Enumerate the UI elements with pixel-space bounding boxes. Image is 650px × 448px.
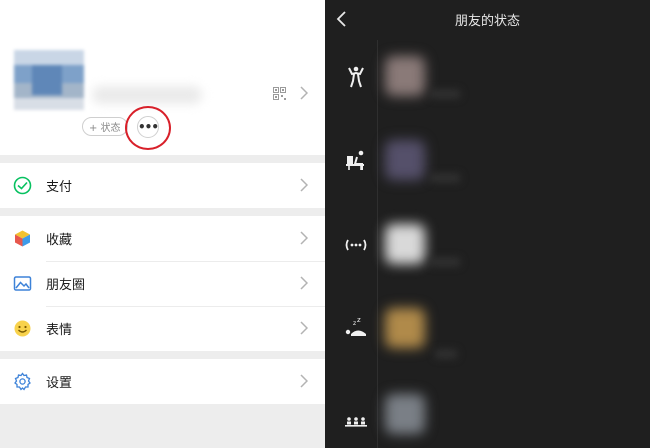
add-status-label: + 状态 bbox=[89, 123, 121, 134]
friend-status-row[interactable] bbox=[325, 136, 650, 196]
friend-name-blurred bbox=[430, 90, 460, 98]
svg-text:z: z bbox=[353, 320, 356, 327]
me-page: + 状态 ••• 支付 收藏 朋友圈 表情 设置 bbox=[0, 0, 325, 448]
exercise-icon bbox=[348, 66, 364, 88]
menu-item-moments[interactable]: 朋友圈 bbox=[0, 261, 325, 306]
friend-status-row[interactable] bbox=[325, 220, 650, 280]
ellipsis-status-icon bbox=[345, 239, 367, 251]
menu-item-settings[interactable]: 设置 bbox=[0, 359, 325, 404]
menu-group-settings: 设置 bbox=[0, 359, 325, 404]
friend-avatar-blurred bbox=[385, 394, 425, 434]
menu-label-favorites: 收藏 bbox=[46, 233, 73, 248]
friend-name-blurred bbox=[435, 350, 457, 358]
smiley-icon bbox=[14, 320, 31, 337]
chevron-right-icon bbox=[300, 321, 308, 335]
friend-avatar-blurred bbox=[385, 140, 425, 180]
menu-label-moments: 朋友圈 bbox=[46, 278, 86, 293]
friend-status-row[interactable] bbox=[325, 390, 650, 448]
menu-label-settings: 设置 bbox=[46, 376, 73, 391]
chevron-right-icon bbox=[300, 178, 308, 192]
pay-icon bbox=[13, 176, 32, 195]
avatar[interactable] bbox=[14, 50, 84, 110]
profile-chevron-right-icon[interactable] bbox=[300, 86, 308, 100]
add-status-button[interactable]: + 状态 bbox=[82, 117, 128, 136]
sleeping-icon: z z bbox=[345, 316, 366, 336]
menu-item-pay[interactable]: 支付 bbox=[0, 163, 325, 208]
friend-avatar-blurred bbox=[385, 308, 425, 348]
friend-avatar-blurred bbox=[385, 56, 425, 96]
group-icon bbox=[345, 417, 367, 427]
friend-status-row[interactable]: z z bbox=[325, 304, 650, 364]
chevron-right-icon bbox=[300, 276, 308, 290]
qr-code-icon[interactable] bbox=[273, 87, 286, 100]
profile-header[interactable]: + 状态 ••• bbox=[0, 0, 325, 155]
menu-group-content: 收藏 朋友圈 表情 bbox=[0, 216, 325, 351]
moments-image-icon bbox=[13, 276, 32, 291]
menu-label-pay: 支付 bbox=[46, 180, 73, 195]
gear-icon bbox=[14, 372, 31, 391]
working-icon bbox=[346, 150, 364, 170]
friend-name-blurred bbox=[430, 258, 460, 266]
menu-item-favorites[interactable]: 收藏 bbox=[0, 216, 325, 261]
friend-status-page: 朋友的状态 z z bbox=[325, 0, 650, 448]
page-title: 朋友的状态 bbox=[454, 14, 520, 29]
friend-avatar-blurred bbox=[385, 224, 425, 264]
menu-item-stickers[interactable]: 表情 bbox=[0, 306, 325, 351]
chevron-right-icon bbox=[300, 231, 308, 245]
friend-status-row[interactable] bbox=[325, 52, 650, 112]
menu-group-pay: 支付 bbox=[0, 163, 325, 208]
nickname-blurred bbox=[92, 86, 202, 104]
chevron-right-icon bbox=[300, 374, 308, 388]
highlight-circle bbox=[125, 106, 171, 150]
svg-text:z: z bbox=[357, 316, 361, 324]
menu-label-stickers: 表情 bbox=[46, 323, 73, 338]
friend-name-blurred bbox=[430, 174, 460, 182]
favorites-cube-icon bbox=[15, 230, 30, 247]
